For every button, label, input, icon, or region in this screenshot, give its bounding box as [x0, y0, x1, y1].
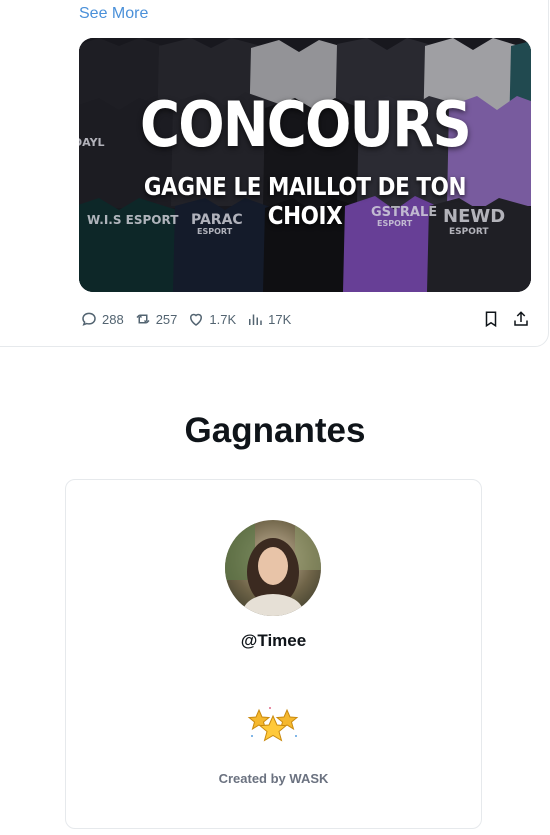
stars-icon: [247, 707, 299, 742]
retweet-count: 257: [155, 311, 178, 327]
contest-title: CONCOURS: [139, 88, 472, 161]
reply-button[interactable]: 288: [80, 310, 124, 328]
avatar-photo: [225, 520, 321, 616]
bookmark-button[interactable]: [482, 309, 500, 332]
views-button[interactable]: 17K: [246, 310, 291, 328]
retweet-icon: [136, 314, 150, 324]
views-count: 17K: [268, 311, 292, 327]
jerseys-background: DAYLW.I.S ESPORTPARACESPORTGSTRALEESPORT…: [79, 38, 531, 292]
tweet-actions: 288 257 1.7K 17K: [80, 309, 532, 329]
views-icon: [249, 314, 262, 325]
share-icon: [514, 311, 528, 326]
like-button[interactable]: 1.7K: [187, 310, 236, 328]
winner-card: @Timee Created by WASK: [65, 479, 482, 829]
reply-count: 288: [102, 311, 124, 327]
created-by-credit: Created by WASK: [218, 771, 329, 786]
bookmark-icon: [485, 311, 497, 328]
like-count: 1.7K: [209, 311, 237, 327]
reply-icon: [82, 312, 96, 326]
jersey-label: DAYL: [79, 136, 105, 149]
see-more-link[interactable]: See More: [79, 5, 148, 23]
avatar[interactable]: [225, 520, 321, 616]
contest-subtitle: GAGNE LE MAILLOT DE TON CHOIX: [143, 172, 467, 230]
winner-handle[interactable]: @Timee: [66, 631, 481, 651]
share-button[interactable]: [512, 309, 530, 332]
retweet-button[interactable]: 257: [134, 310, 178, 328]
winners-title: Gagnantes: [184, 411, 366, 450]
heart-icon: [190, 313, 203, 326]
contest-image[interactable]: DAYLW.I.S ESPORTPARACESPORTGSTRALEESPORT…: [79, 38, 531, 292]
